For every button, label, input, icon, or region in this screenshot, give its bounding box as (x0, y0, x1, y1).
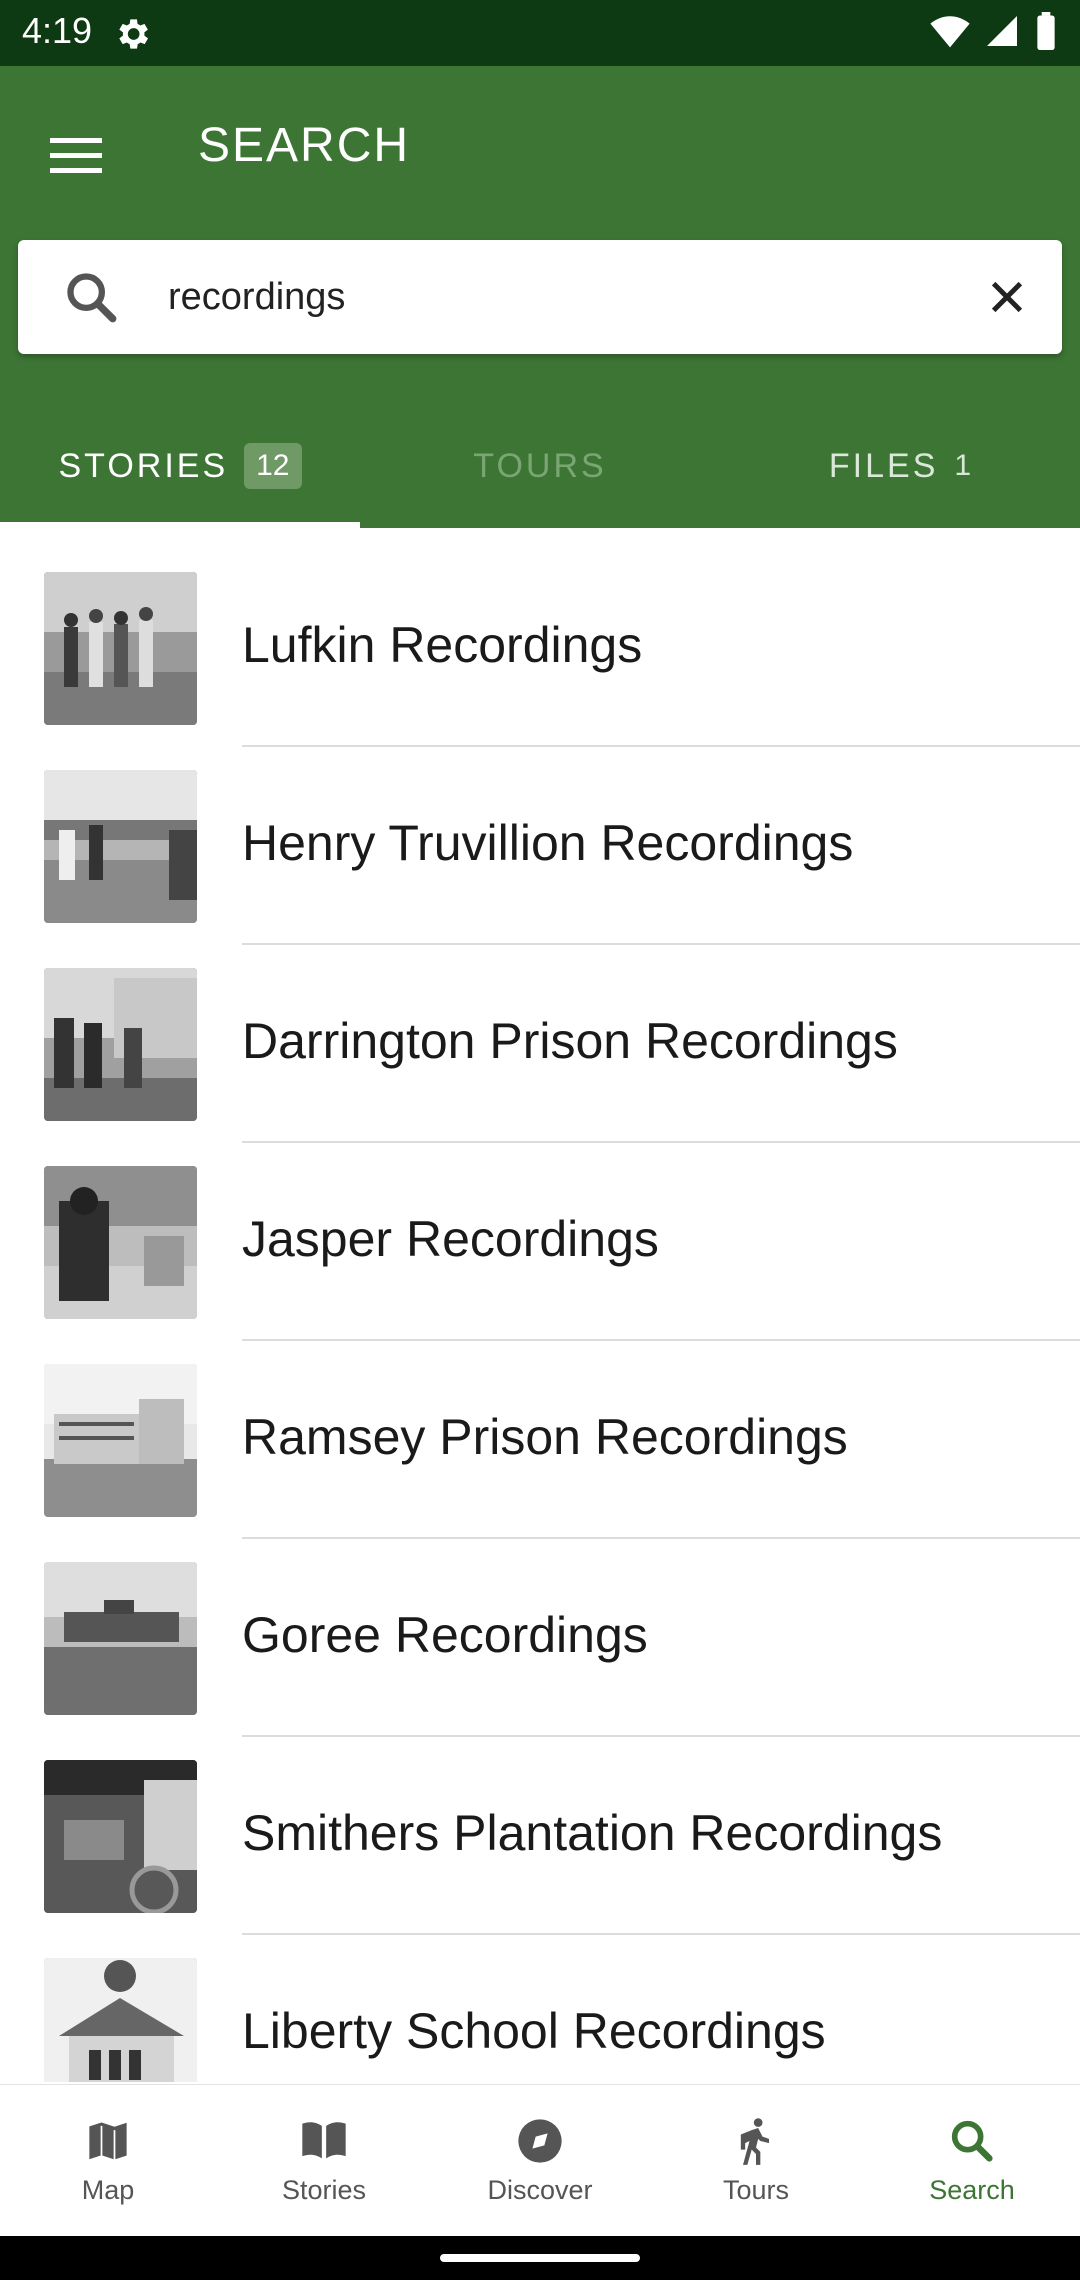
search-icon (67, 273, 117, 323)
nav-tours[interactable]: Tours (648, 2085, 864, 2237)
nav-search[interactable]: Search (864, 2085, 1080, 2237)
app-bar: SEARCH STORIES 12 TOURS FILES 1 (0, 66, 1080, 528)
story-thumbnail (44, 968, 197, 1121)
compass-icon (518, 2119, 562, 2163)
result-tabs: STORIES 12 TOURS FILES 1 (0, 404, 1080, 528)
search-input[interactable] (168, 264, 928, 330)
home-gesture-handle[interactable] (440, 2254, 640, 2262)
nav-discover[interactable]: Discover (432, 2085, 648, 2237)
list-item[interactable]: Liberty School Recordings (0, 1914, 1080, 2082)
story-thumbnail (44, 1166, 197, 1319)
list-item[interactable]: Ramsey Prison Recordings (0, 1320, 1080, 1539)
list-item[interactable]: Jasper Recordings (0, 1122, 1080, 1341)
tab-tours[interactable]: TOURS (360, 404, 720, 528)
story-title: Ramsey Prison Recordings (242, 1409, 848, 1465)
list-item[interactable]: Darrington Prison Recordings (0, 924, 1080, 1143)
system-icons (930, 12, 1058, 50)
list-item[interactable]: Goree Recordings (0, 1518, 1080, 1737)
gesture-bar (0, 2236, 1080, 2280)
story-thumbnail (44, 1364, 197, 1517)
battery-icon (1037, 12, 1055, 50)
story-title: Lufkin Recordings (242, 617, 643, 673)
story-thumbnail (44, 1958, 197, 2082)
nav-label: Search (929, 2175, 1015, 2205)
nav-label: Stories (281, 2175, 367, 2205)
list-item[interactable]: Smithers Plantation Recordings (0, 1716, 1080, 1935)
menu-button[interactable] (40, 120, 112, 192)
story-title: Jasper Recordings (242, 1211, 659, 1267)
close-icon (991, 281, 1023, 313)
map-icon (87, 2120, 129, 2162)
tab-files[interactable]: FILES 1 (720, 404, 1080, 528)
results-list: Lufkin Recordings Henry Truvillion Recor… (0, 528, 1080, 2082)
story-thumbnail (44, 770, 197, 923)
clear-search-button[interactable] (978, 268, 1036, 326)
list-item[interactable]: Henry Truvillion Recordings (0, 726, 1080, 945)
nav-label: Tours (722, 2175, 790, 2205)
nav-map[interactable]: Map (0, 2085, 216, 2237)
nav-label: Map (81, 2175, 135, 2205)
story-thumbnail (44, 572, 197, 725)
story-thumbnail (44, 1760, 197, 1913)
count-badge: 12 (244, 443, 302, 489)
wifi-icon (930, 16, 970, 48)
signal-icon (987, 16, 1017, 46)
nav-stories[interactable]: Stories (216, 2085, 432, 2237)
story-thumbnail (44, 1562, 197, 1715)
tab-label: STORIES (58, 446, 229, 485)
page-title: SEARCH (198, 119, 411, 172)
walking-icon (740, 2118, 769, 2165)
status-bar: 4:19 (0, 0, 1080, 66)
story-title: Smithers Plantation Recordings (242, 1805, 943, 1861)
book-icon (302, 2122, 346, 2159)
tab-label: FILES (828, 446, 939, 485)
story-title: Darrington Prison Recordings (242, 1013, 898, 1069)
search-icon (951, 2120, 993, 2162)
search-bar (18, 240, 1062, 354)
story-title: Henry Truvillion Recordings (242, 815, 854, 871)
tab-stories[interactable]: STORIES 12 (0, 404, 360, 528)
count-badge: 1 (954, 449, 972, 482)
list-item[interactable]: Lufkin Recordings (0, 528, 1080, 747)
gear-icon (119, 19, 148, 49)
tab-label: TOURS (473, 446, 607, 485)
story-title: Goree Recordings (242, 1607, 648, 1663)
nav-label: Discover (487, 2175, 593, 2205)
status-time: 4:19 (22, 10, 93, 51)
hamburger-menu-icon (50, 138, 102, 173)
story-title: Liberty School Recordings (242, 2003, 826, 2059)
bottom-navigation: Map Stories Discover Tours Search (0, 2084, 1080, 2236)
